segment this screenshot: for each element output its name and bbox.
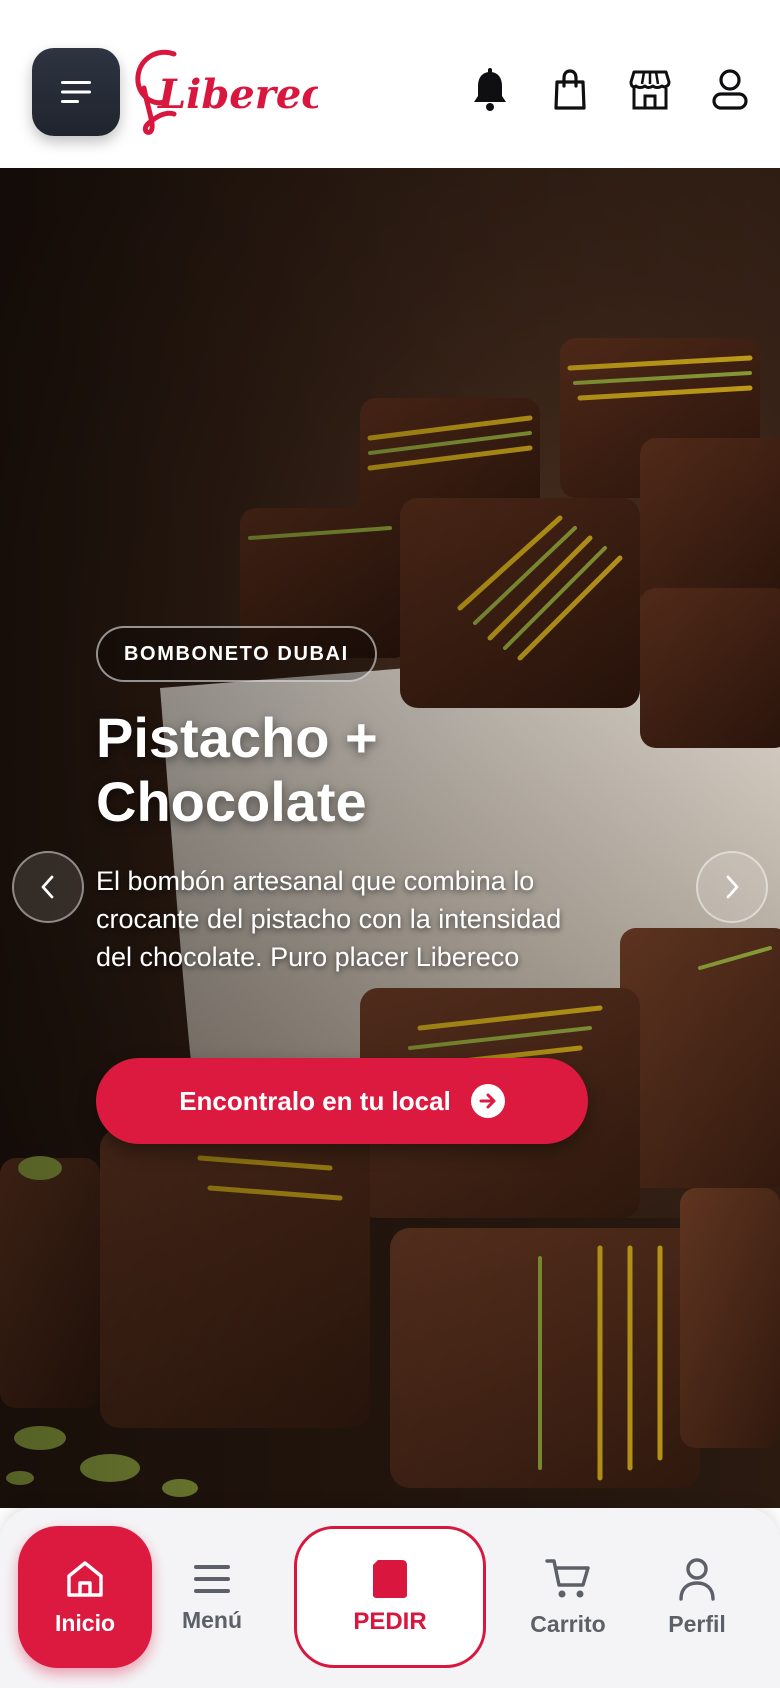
nav-profile[interactable]: Perfil — [640, 1526, 754, 1668]
find-store-label: Encontralo en tu local — [179, 1085, 451, 1116]
hero-title: Pistacho + Chocolate — [96, 706, 656, 834]
nav-home[interactable]: Inicio — [18, 1526, 152, 1668]
chevron-left-icon — [41, 875, 54, 899]
hero-title-line2: Chocolate — [96, 770, 367, 833]
find-store-button[interactable]: Encontralo en tu local — [96, 1058, 588, 1144]
menu-button[interactable] — [32, 48, 120, 136]
nav-cart-label: Carrito — [530, 1610, 606, 1637]
nav-order-label: PEDIR — [353, 1608, 427, 1635]
shopping-bag-icon — [554, 69, 586, 110]
person-icon — [679, 1557, 715, 1601]
nav-menu-label: Menú — [181, 1606, 243, 1633]
home-icon — [67, 1560, 103, 1597]
profile-button[interactable] — [700, 58, 760, 122]
user-icon — [712, 69, 748, 110]
nav-cart[interactable]: Carrito — [514, 1526, 622, 1668]
hero-description: El bombón artesanal que combina lo croca… — [96, 866, 562, 972]
hero-carousel[interactable]: BOMBONETO DUBAI Pistacho + Chocolate El … — [0, 168, 780, 1508]
nav-profile-label: Perfil — [668, 1610, 726, 1637]
store-icon — [629, 70, 671, 110]
top-header: Libereco — [0, 0, 780, 168]
nav-home-label: Inicio — [54, 1609, 116, 1636]
hero-title-line1: Pistacho + — [96, 706, 378, 769]
logo-text: Libereco — [157, 71, 318, 118]
shopping-bag-button[interactable] — [540, 58, 600, 122]
stores-button[interactable] — [620, 58, 680, 122]
bottom-navigation: Inicio Menú PEDIR Carrito Perfil — [0, 1508, 780, 1688]
cart-icon — [545, 1558, 590, 1597]
bell-icon — [474, 68, 506, 111]
chevron-right-icon — [726, 875, 739, 899]
menu-icon — [61, 81, 91, 103]
hero-overlay — [0, 168, 780, 1508]
hamburger-icon — [194, 1564, 230, 1593]
nav-order-button[interactable]: PEDIR — [294, 1526, 486, 1668]
product-badge: BOMBONETO DUBAI — [96, 626, 377, 682]
notifications-button[interactable] — [460, 58, 520, 122]
arrow-right-icon — [470, 1084, 505, 1118]
carousel-next-button[interactable] — [696, 851, 768, 923]
brand-logo[interactable]: Libereco — [128, 44, 352, 140]
order-bag-icon — [373, 1560, 407, 1598]
carousel-prev-button[interactable] — [12, 851, 84, 923]
nav-menu[interactable]: Menú — [160, 1526, 264, 1668]
